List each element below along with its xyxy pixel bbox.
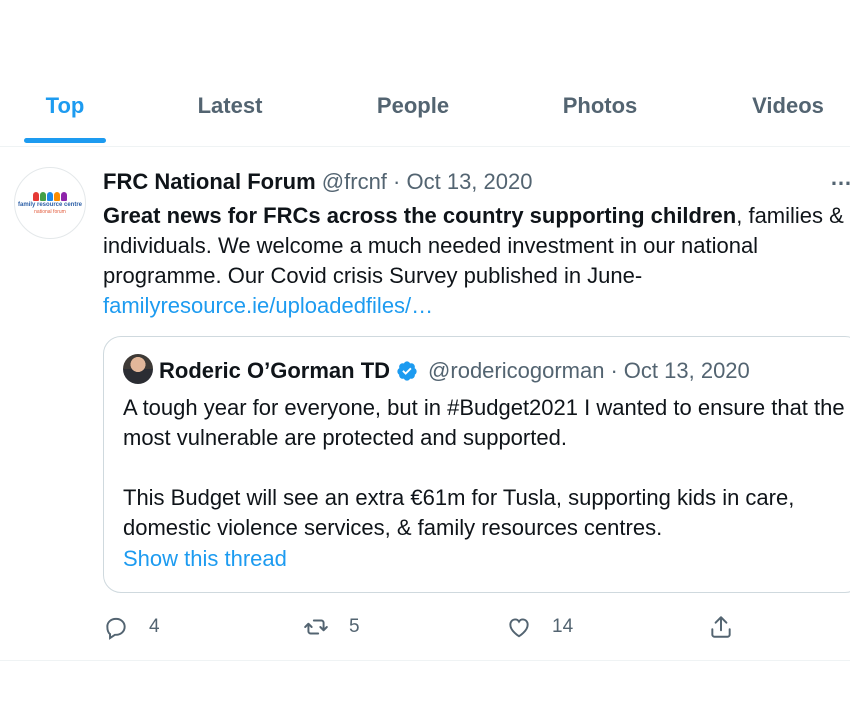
logo-subtext: national forum bbox=[34, 208, 66, 215]
quote-avatar[interactable] bbox=[123, 354, 153, 384]
search-tabs: Top Latest People Photos Videos bbox=[0, 74, 850, 146]
share-button[interactable] bbox=[708, 612, 734, 642]
show-thread-link[interactable]: Show this thread bbox=[123, 546, 287, 572]
quote-paragraph-1: A tough year for everyone, but in #Budge… bbox=[123, 395, 845, 450]
quote-paragraph-2: This Budget will see an extra €61m for T… bbox=[123, 485, 795, 540]
reply-count: 4 bbox=[149, 616, 160, 637]
tweet-link[interactable]: familyresource.ie/uploadedfiles/… bbox=[103, 293, 433, 318]
tab-top[interactable]: Top bbox=[24, 74, 106, 138]
more-options-icon[interactable]: … bbox=[830, 165, 850, 191]
heart-icon bbox=[509, 618, 529, 638]
tweet-date[interactable]: Oct 13, 2020 bbox=[407, 169, 533, 194]
separator-dot: · bbox=[393, 169, 401, 194]
reply-icon bbox=[106, 617, 126, 640]
tweet-text-bold: Great news for FRCs across the country s… bbox=[103, 203, 737, 228]
tab-people[interactable]: People bbox=[360, 74, 466, 138]
tab-videos[interactable]: Videos bbox=[736, 74, 840, 138]
tweet-actions: 4 5 14 bbox=[0, 612, 850, 642]
retweet-count: 5 bbox=[349, 616, 360, 637]
tweet[interactable]: family resource centre national forum FR… bbox=[0, 147, 850, 661]
quote-date[interactable]: Oct 13, 2020 bbox=[624, 358, 750, 384]
author-handle[interactable]: @frcnf bbox=[322, 169, 387, 194]
quote-separator-dot: · bbox=[610, 358, 618, 383]
tweet-text: Great news for FRCs across the country s… bbox=[103, 201, 850, 321]
retweet-button[interactable]: 5 bbox=[303, 612, 360, 642]
quote-author-name[interactable]: Roderic O’Gorman TD bbox=[159, 358, 390, 384]
retweet-icon bbox=[304, 619, 328, 635]
logo-text: family resource centre bbox=[17, 201, 83, 208]
active-tab-indicator bbox=[24, 138, 106, 143]
quote-text: A tough year for everyone, but in #Budge… bbox=[123, 393, 850, 543]
tweet-header: FRC National Forum @frcnf · Oct 13, 2020 bbox=[103, 169, 532, 195]
logo-figures bbox=[33, 191, 67, 201]
avatar[interactable]: family resource centre national forum bbox=[14, 167, 86, 239]
verified-badge-icon bbox=[397, 361, 417, 381]
reply-button[interactable]: 4 bbox=[103, 612, 160, 642]
tab-latest[interactable]: Latest bbox=[180, 74, 280, 138]
tab-photos[interactable]: Photos bbox=[548, 74, 652, 138]
share-icon bbox=[711, 616, 731, 638]
like-button[interactable]: 14 bbox=[506, 612, 573, 642]
quote-header: Roderic O’Gorman TD @rodericogorman · Oc… bbox=[159, 358, 750, 384]
author-name[interactable]: FRC National Forum bbox=[103, 169, 316, 194]
tweet-divider bbox=[0, 660, 850, 661]
quoted-tweet[interactable]: Roderic O’Gorman TD @rodericogorman · Oc… bbox=[103, 336, 850, 593]
quote-author-handle[interactable]: @rodericogorman bbox=[428, 358, 604, 384]
like-count: 14 bbox=[552, 616, 574, 637]
